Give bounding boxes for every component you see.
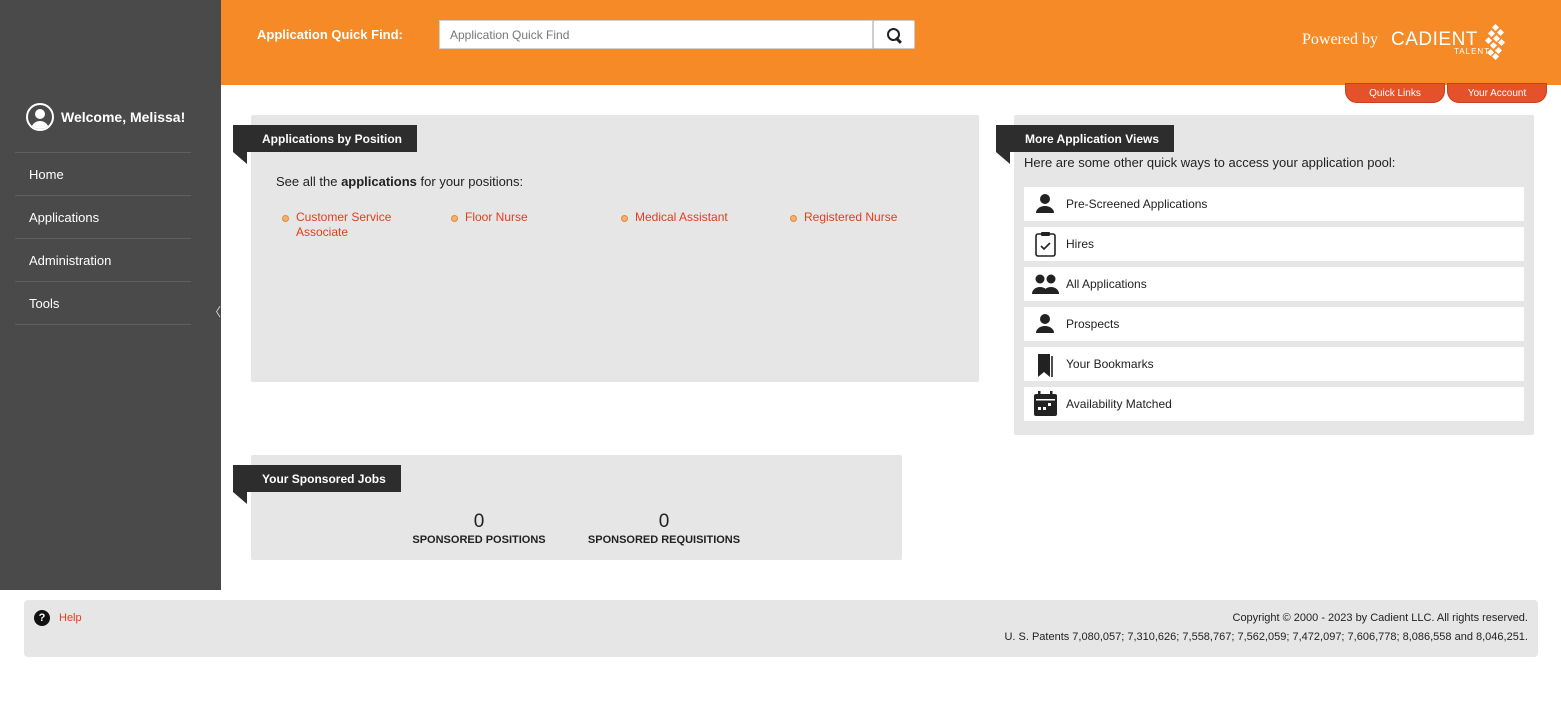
view-your-bookmarks[interactable]: Your Bookmarks bbox=[1024, 347, 1524, 381]
sidebar-item-home[interactable]: Home bbox=[15, 153, 191, 196]
view-label: Prospects bbox=[1066, 317, 1120, 331]
sidebar-nav: Home Applications Administration Tools bbox=[15, 152, 191, 325]
view-label: Pre-Screened Applications bbox=[1066, 197, 1208, 211]
view-label: All Applications bbox=[1066, 277, 1147, 291]
applications-by-position-panel bbox=[251, 115, 979, 382]
welcome-text: Welcome, Melissa! bbox=[61, 109, 186, 125]
positions-intro: See all the applications for your positi… bbox=[276, 174, 523, 189]
sponsored-positions-stat: 0 SPONSORED POSITIONS bbox=[405, 511, 553, 546]
sponsored-requisitions-count: 0 bbox=[658, 511, 670, 532]
bookmarks-icon bbox=[1024, 347, 1066, 381]
people-icon bbox=[1024, 267, 1066, 301]
view-hires[interactable]: Hires bbox=[1024, 227, 1524, 261]
person-icon bbox=[1024, 307, 1066, 341]
help-icon[interactable]: ? bbox=[34, 610, 50, 626]
top-header: Application Quick Find: Powered by CADIE… bbox=[221, 0, 1561, 85]
sidebar-item-applications[interactable]: Applications bbox=[15, 196, 191, 239]
panel-tab-fold bbox=[233, 152, 247, 164]
quick-find-label: Application Quick Find: bbox=[257, 27, 403, 42]
sponsored-positions-label: SPONSORED POSITIONS bbox=[412, 534, 546, 546]
help-link[interactable]: Help bbox=[59, 612, 82, 624]
view-pre-screened-applications[interactable]: Pre-Screened Applications bbox=[1024, 187, 1524, 221]
sidebar: Welcome, Melissa! Home Applications Admi… bbox=[0, 0, 221, 590]
clipboard-check-icon bbox=[1024, 227, 1066, 261]
copyright-text: Copyright © 2000 - 2023 by Cadient LLC. … bbox=[1232, 612, 1529, 624]
cadient-logo-icon bbox=[1484, 24, 1506, 60]
view-all-applications[interactable]: All Applications bbox=[1024, 267, 1524, 301]
footer: ? Help Copyright © 2000 - 2023 by Cadien… bbox=[24, 600, 1538, 657]
patents-text: U. S. Patents 7,080,057; 7,310,626; 7,55… bbox=[1004, 631, 1528, 643]
position-link-medical-assistant[interactable]: Medical Assistant bbox=[621, 210, 728, 225]
view-label: Hires bbox=[1066, 237, 1095, 251]
positions-intro-prefix: See all the bbox=[276, 174, 338, 189]
position-link-customer-service-associate[interactable]: Customer Service Associate bbox=[282, 210, 416, 240]
views-intro: Here are some other quick ways to access… bbox=[1024, 155, 1396, 170]
positions-intro-bold: applications bbox=[341, 174, 417, 189]
calendar-icon bbox=[1024, 387, 1066, 421]
sponsored-positions-count: 0 bbox=[473, 511, 485, 532]
more-application-views-title: More Application Views bbox=[996, 125, 1175, 152]
person-icon bbox=[1024, 187, 1066, 221]
position-link-floor-nurse[interactable]: Floor Nurse bbox=[451, 210, 528, 225]
applications-by-position-title: Applications by Position bbox=[233, 125, 418, 152]
user-avatar-icon bbox=[26, 103, 54, 131]
panel-tab-fold bbox=[233, 492, 247, 504]
welcome-block: Welcome, Melissa! bbox=[26, 103, 185, 131]
sidebar-collapse-toggle[interactable]: 〈 bbox=[209, 303, 221, 320]
sponsored-requisitions-stat: 0 SPONSORED REQUISITIONS bbox=[580, 511, 748, 546]
sidebar-item-administration[interactable]: Administration bbox=[15, 239, 191, 282]
your-account-button[interactable]: Your Account bbox=[1447, 83, 1547, 103]
position-link-registered-nurse[interactable]: Registered Nurse bbox=[789, 210, 897, 225]
powered-by-text: Powered by bbox=[1302, 31, 1378, 48]
sponsored-requisitions-label: SPONSORED REQUISITIONS bbox=[587, 534, 741, 546]
view-label: Availability Matched bbox=[1066, 397, 1172, 411]
view-label: Your Bookmarks bbox=[1066, 357, 1154, 371]
view-prospects[interactable]: Prospects bbox=[1024, 307, 1524, 341]
quick-find-search-button[interactable] bbox=[873, 20, 915, 49]
quick-links-button[interactable]: Quick Links bbox=[1345, 83, 1445, 103]
quick-find-input[interactable] bbox=[439, 20, 873, 49]
view-availability-matched[interactable]: Availability Matched bbox=[1024, 387, 1524, 421]
panel-tab-fold bbox=[996, 152, 1010, 164]
search-icon bbox=[887, 27, 901, 42]
sponsored-jobs-title: Your Sponsored Jobs bbox=[233, 465, 401, 492]
sidebar-item-tools[interactable]: Tools bbox=[15, 282, 191, 325]
positions-intro-suffix: for your positions: bbox=[420, 174, 524, 189]
